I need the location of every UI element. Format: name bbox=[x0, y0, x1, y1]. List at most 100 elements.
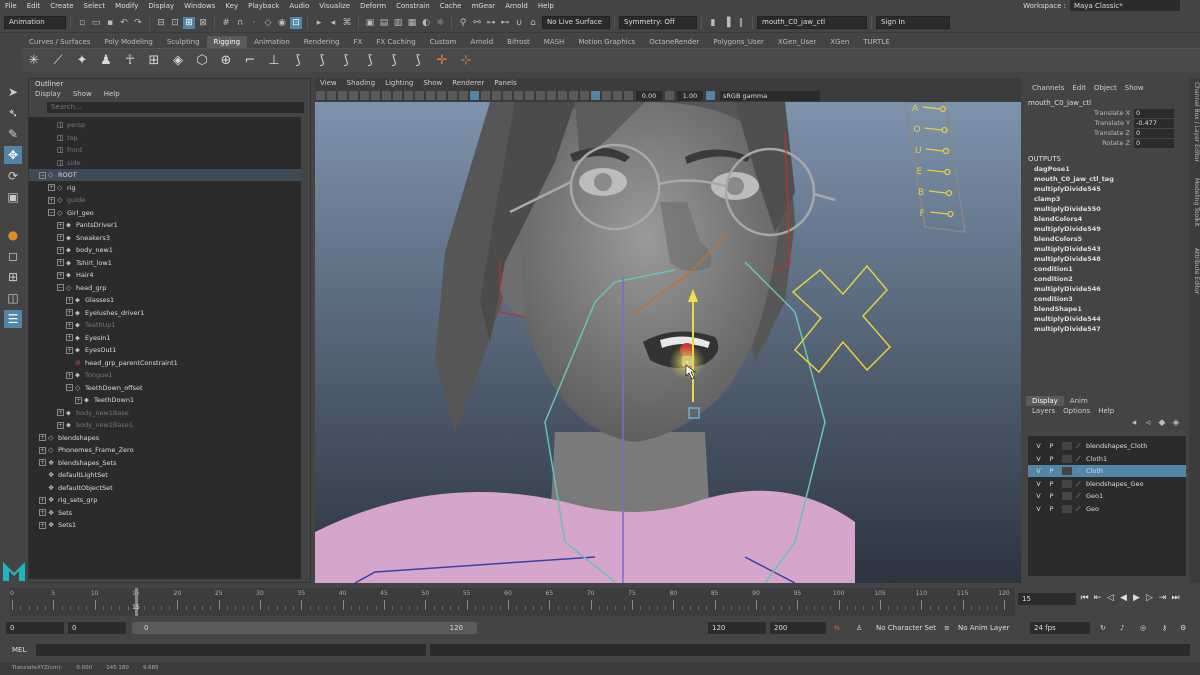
expand-toggle-icon[interactable]: − bbox=[48, 209, 55, 216]
wireframe-on-shaded-icon[interactable] bbox=[492, 91, 501, 100]
expand-toggle-icon[interactable]: + bbox=[57, 271, 64, 279]
select-tool-icon[interactable]: ➤ bbox=[4, 83, 22, 101]
outliner-item[interactable]: + ⬥ body_new1Base1 bbox=[29, 419, 301, 431]
exposure-icon[interactable] bbox=[624, 91, 633, 100]
shelf-tab-sculpting[interactable]: Sculpting bbox=[160, 36, 207, 48]
expand-toggle-icon[interactable]: + bbox=[66, 334, 73, 341]
go-to-end-icon[interactable]: ⏭ bbox=[1169, 593, 1182, 603]
textured-icon[interactable] bbox=[503, 91, 512, 100]
menu-modify[interactable]: Modify bbox=[110, 0, 143, 12]
outliner-item[interactable]: + ⬥ Sneakers3 bbox=[29, 232, 301, 244]
workspace-dropdown[interactable]: Maya Classic* bbox=[1070, 0, 1180, 11]
side-tab-attribute-editor[interactable]: Attribute Editor bbox=[1189, 248, 1200, 294]
lock-icon[interactable]: ▮ bbox=[707, 17, 719, 29]
channel-attribute-row[interactable]: Translate X 0 bbox=[1024, 108, 1189, 118]
layer-row[interactable]: V P ⟋ Geo1 bbox=[1028, 490, 1186, 502]
outliner-item[interactable]: + ◇ blendshapes bbox=[29, 432, 301, 444]
select-object-icon[interactable]: ⊡ bbox=[169, 17, 181, 29]
ambient-occlusion-icon[interactable] bbox=[536, 91, 545, 100]
camera-select-icon[interactable] bbox=[316, 91, 325, 100]
redo-icon[interactable]: ↷ bbox=[132, 17, 144, 29]
expand-toggle-icon[interactable]: + bbox=[57, 259, 64, 266]
output-node-item[interactable]: blendColors4 bbox=[1024, 214, 1189, 224]
2d-pan-icon[interactable] bbox=[360, 91, 369, 100]
shelf-tab-rendering[interactable]: Rendering bbox=[297, 36, 347, 48]
live-surface-field[interactable]: No Live Surface bbox=[542, 16, 610, 29]
backface-icon[interactable] bbox=[613, 91, 622, 100]
shelf-tab-rigging[interactable]: Rigging bbox=[206, 36, 248, 48]
outliner-item[interactable]: + ⬥ body_new1 bbox=[29, 244, 301, 256]
layer-row[interactable]: V P ⟋ blendshapes_Geo bbox=[1028, 478, 1186, 490]
output-node-item[interactable]: mouth_C0_jaw_ctl_tag bbox=[1024, 174, 1189, 184]
shelf-tab-xgen[interactable]: XGen bbox=[823, 36, 856, 48]
symmetry-dropdown[interactable]: Symmetry: Off bbox=[619, 16, 697, 29]
layer-color-swatch[interactable] bbox=[1062, 467, 1072, 475]
expand-toggle-icon[interactable]: − bbox=[66, 384, 73, 391]
gate-mask-icon[interactable] bbox=[415, 91, 424, 100]
layer-tab-display[interactable]: Display bbox=[1026, 396, 1064, 406]
menu-create[interactable]: Create bbox=[45, 0, 78, 12]
viewport-menu-view[interactable]: View bbox=[315, 78, 342, 89]
output-node-item[interactable]: condition1 bbox=[1024, 264, 1189, 274]
select-component-icon[interactable]: ⊞ bbox=[183, 16, 195, 29]
viewport-menu-panels[interactable]: Panels bbox=[489, 78, 522, 89]
attribute-value-field[interactable]: 0 bbox=[1134, 129, 1174, 138]
new-layer-from-selection-icon[interactable]: ◈ bbox=[1170, 417, 1182, 429]
channel-box-menu-edit[interactable]: Edit bbox=[1068, 78, 1090, 98]
expand-toggle-icon[interactable]: + bbox=[39, 434, 46, 441]
skin-bind-icon[interactable]: ⊞ bbox=[145, 52, 163, 70]
outliner-menu-show[interactable]: Show bbox=[67, 89, 98, 100]
expand-toggle-icon[interactable]: + bbox=[39, 446, 46, 454]
undo-icon[interactable]: ↶ bbox=[118, 17, 130, 29]
viewport-scene[interactable]: A O U E B F bbox=[315, 102, 1021, 583]
layer-row[interactable]: V P ⟋ Cloth1 bbox=[1028, 453, 1186, 465]
layer-color-swatch[interactable] bbox=[1062, 504, 1072, 513]
output-node-item[interactable]: blendColors5 bbox=[1024, 234, 1189, 244]
outliner-item[interactable]: + ⬥ EyesOut1 bbox=[29, 344, 301, 356]
snap-point-icon[interactable]: · bbox=[248, 17, 260, 29]
expand-toggle-icon[interactable]: + bbox=[48, 184, 55, 191]
play-backwards-icon[interactable]: ◀ bbox=[1117, 593, 1130, 603]
hypershade-icon[interactable]: ◐ bbox=[420, 17, 432, 29]
preferences-icon[interactable]: ⚙ bbox=[1180, 622, 1192, 634]
expand-toggle-icon[interactable]: + bbox=[66, 321, 73, 329]
shelf-tab-xgen-user[interactable]: XGen_User bbox=[771, 36, 823, 48]
layer-visibility-toggle[interactable]: V bbox=[1034, 453, 1043, 465]
shelf-tab-turtle[interactable]: TURTLE bbox=[856, 36, 896, 48]
outliner-item[interactable]: − ◇ head_grp bbox=[29, 282, 301, 294]
step-forward-frame-icon[interactable]: ▷ bbox=[1143, 593, 1156, 603]
symmetry-icon[interactable]: ⊶ bbox=[485, 17, 497, 29]
humanik-icon[interactable]: ♟ bbox=[97, 52, 115, 70]
expand-toggle-icon[interactable]: − bbox=[57, 284, 64, 291]
xray-joints-icon[interactable] bbox=[602, 91, 611, 100]
layer-tab-anim[interactable]: Anim bbox=[1064, 396, 1094, 406]
outliner-item[interactable]: + ⬥ body_new1Base bbox=[29, 407, 301, 419]
outliner-item[interactable]: + ❖ blendshapes_Sets bbox=[29, 457, 301, 469]
output-ops-icon[interactable]: ◂ bbox=[327, 17, 339, 29]
channel-box-menu-object[interactable]: Object bbox=[1090, 78, 1121, 98]
sound-icon[interactable]: ♪ bbox=[1120, 622, 1132, 634]
playback-end-field[interactable]: 120 bbox=[708, 622, 766, 634]
layer-playback-toggle[interactable]: P bbox=[1047, 453, 1056, 465]
menu-audio[interactable]: Audio bbox=[284, 0, 314, 12]
ik-spline-icon[interactable]: ✦ bbox=[73, 52, 91, 70]
outliner-layout-icon[interactable]: ☰ bbox=[4, 310, 22, 328]
output-node-item[interactable]: multiplyDivide546 bbox=[1024, 284, 1189, 294]
outliner-item[interactable]: + ⬥ EyesIn1 bbox=[29, 332, 301, 344]
menu-set-dropdown[interactable]: Animation bbox=[4, 16, 66, 29]
expand-toggle-icon[interactable]: + bbox=[57, 421, 64, 429]
layer-row[interactable]: V P ⟋ Geo bbox=[1028, 503, 1186, 515]
expand-toggle-icon[interactable]: + bbox=[66, 346, 73, 354]
viewport-menu-show[interactable]: Show bbox=[418, 78, 447, 89]
channel-box-menu-channels[interactable]: Channels bbox=[1028, 78, 1068, 98]
shelf-tab-curves-surfaces[interactable]: Curves / Surfaces bbox=[22, 36, 97, 48]
attribute-value-field[interactable]: -0.477 bbox=[1134, 119, 1174, 128]
pivot-icon[interactable]: ⊹ bbox=[457, 52, 475, 70]
gamma-field[interactable]: 1.00 bbox=[677, 90, 703, 101]
snap-curve-icon[interactable]: ∩ bbox=[234, 17, 246, 29]
channel-attribute-row[interactable]: Translate Y -0.477 bbox=[1024, 118, 1189, 128]
layer-playback-toggle[interactable]: P bbox=[1047, 478, 1056, 490]
outliner-item[interactable]: − ◇ TeethDown_offset bbox=[29, 382, 301, 394]
anti-aliasing-icon[interactable] bbox=[558, 91, 567, 100]
viewport-menu-renderer[interactable]: Renderer bbox=[447, 78, 489, 89]
